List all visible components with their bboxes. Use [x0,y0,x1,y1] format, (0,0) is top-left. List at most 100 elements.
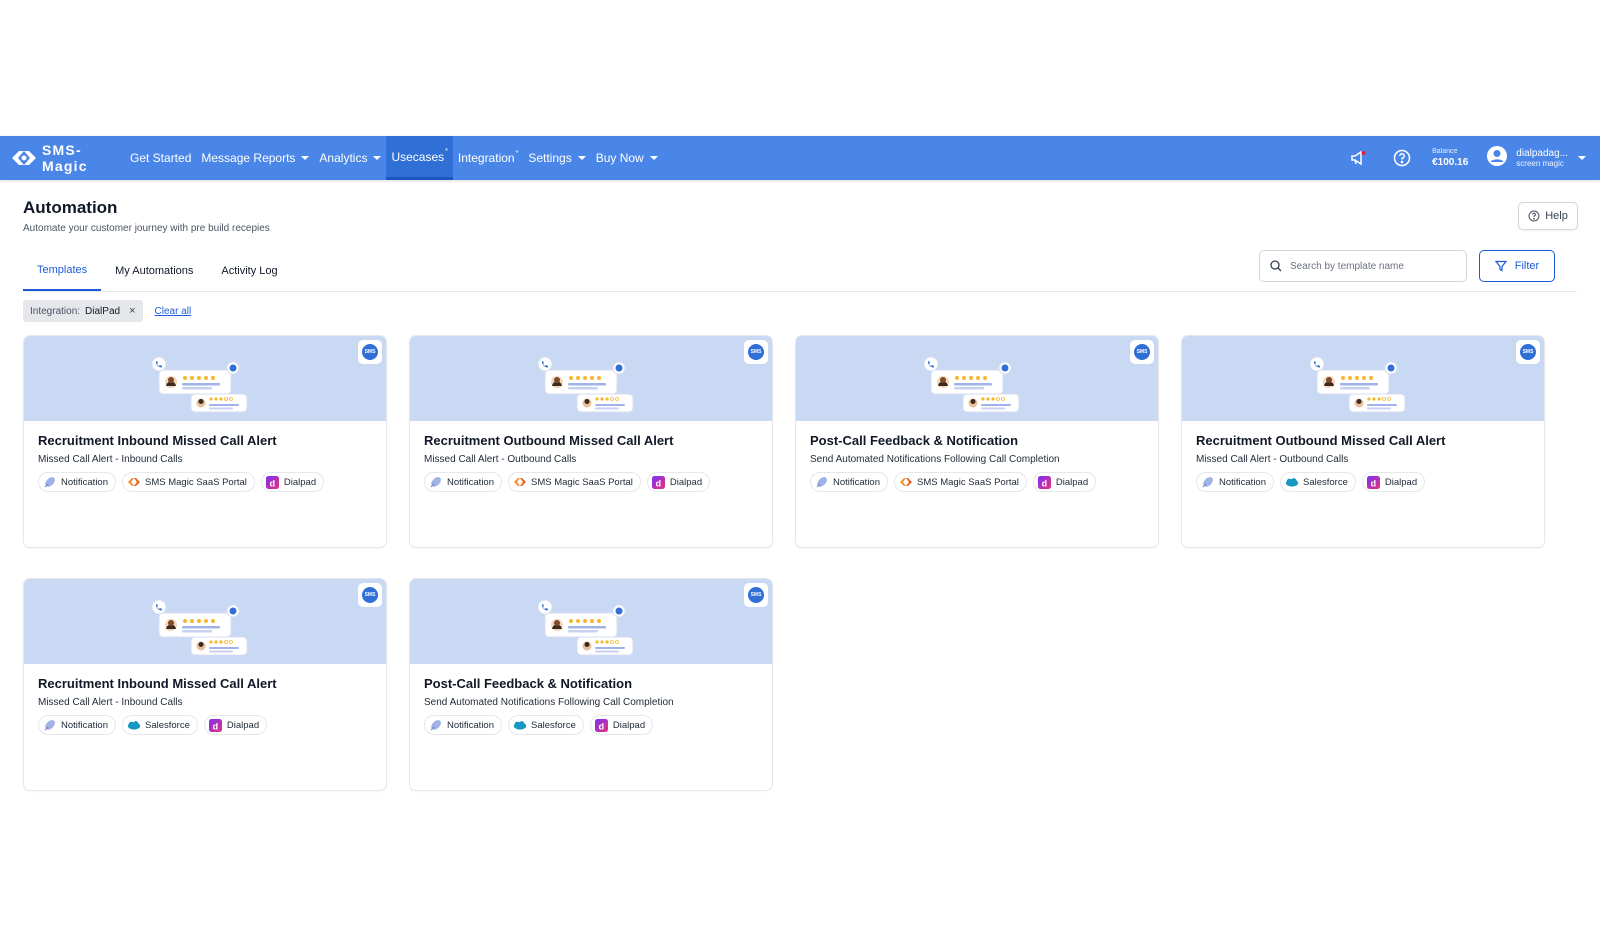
filter-chip: Integration: DialPad × [23,300,143,322]
card-subtitle: Send Automated Notifications Following C… [424,697,772,708]
help-button-label: Help [1545,210,1568,222]
card-hero-image: SMS [1182,336,1544,421]
avatar-icon [1486,145,1508,172]
nav-item-label: Get Started [130,151,191,165]
template-card[interactable]: SMS Recruitment Inbound Missed Call Alert… [23,335,387,548]
card-hero-image: SMS [24,579,386,664]
sms-magic-icon [127,475,141,489]
page-title: Automation [23,198,1577,218]
nav-item-analytics[interactable]: Analytics [314,136,386,180]
template-card[interactable]: SMS Recruitment Outbound Missed Call Aler… [1181,335,1545,548]
nav-item-label: Analytics [319,151,367,165]
card-hero-image: SMS [410,579,772,664]
salesforce-icon [127,718,141,732]
nav-item-integration[interactable]: Integration* [453,136,523,180]
brand-logo[interactable]: SMS-Magic [0,142,125,174]
dialpad-icon: d [595,718,609,732]
search-icon [1270,260,1282,272]
sms-channel-badge: SMS [358,340,382,364]
close-icon[interactable]: × [129,305,135,317]
notification-icon [1201,475,1215,489]
svg-text:d: d [213,721,219,731]
sms-channel-badge: SMS [1130,340,1154,364]
sms-channel-badge: SMS [358,583,382,607]
sms-icon: SMS [362,587,378,603]
integration-tag-label: Dialpad [284,477,316,488]
filter-button-label: Filter [1515,260,1539,272]
navbar-right: Balance €100.16 dialpadag... screen magi… [1336,136,1600,180]
notification-icon [43,475,57,489]
card-tags: NotificationSalesforcedDialpad [38,715,386,735]
template-card[interactable]: SMSPost-Call Feedback & NotificationSend… [795,335,1159,548]
template-card[interactable]: SMSRecruitment Inbound Missed Call Alert… [23,578,387,791]
salesforce-icon [1285,475,1299,489]
sms-icon: SMS [362,344,378,360]
sms-magic-logo-icon [10,149,38,167]
tab-activity-log[interactable]: Activity Log [207,251,291,291]
card-tags: Notification Salesforce dDialpad [1196,472,1544,492]
integration-tag: Notification [424,715,502,735]
chevron-down-icon [650,156,658,160]
integration-tag: dDialpad [261,472,324,492]
integration-tag-label: Notification [1219,477,1266,488]
integration-tag-label: Dialpad [670,477,702,488]
svg-text:d: d [599,721,605,731]
integration-tag: Salesforce [1280,472,1356,492]
clear-all-link[interactable]: Clear all [155,306,192,317]
integration-tag-label: Dialpad [1056,477,1088,488]
feedback-illustration-icon [1307,354,1412,416]
card-tags: NotificationSMS Magic SaaS PortaldDialpa… [424,472,772,492]
search-input[interactable] [1290,261,1450,272]
filter-button[interactable]: Filter [1479,250,1555,282]
nav-item-usecases[interactable]: Usecases* [386,136,452,180]
integration-tag-label: Salesforce [531,720,576,731]
feedback-illustration-icon [535,354,640,416]
sms-channel-badge: SMS [1516,340,1540,364]
announcement-icon[interactable] [1348,148,1368,168]
card-title: Recruitment Inbound Missed Call Alert [38,433,386,448]
integration-tag-label: Salesforce [145,720,190,731]
user-menu[interactable]: dialpadag... screen magic [1486,145,1586,172]
integration-tag: dDialpad [1033,472,1096,492]
nav-item-label: Buy Now [596,151,644,165]
template-card[interactable]: SMSRecruitment Outbound Missed Call Aler… [409,335,773,548]
dialpad-icon: d [209,718,223,732]
chevron-down-icon [1578,156,1586,160]
card-title: Post-Call Feedback & Notification [424,676,772,691]
nav-item-buy-now[interactable]: Buy Now [591,136,663,180]
nav-item-get-started[interactable]: Get Started [125,136,196,180]
integration-tag: dDialpad [647,472,710,492]
active-filters: Integration: DialPad × Clear all [23,300,1577,322]
template-card[interactable]: SMS Post-Call Feedback & Notification Send… [409,578,773,791]
nav-item-message-reports[interactable]: Message Reports [196,136,314,180]
integration-tag: Salesforce [508,715,584,735]
chevron-down-icon [578,156,586,160]
help-button[interactable]: Help [1518,202,1578,230]
help-circle-icon[interactable] [1392,148,1412,168]
card-hero-image: SMS [24,336,386,421]
tab-templates[interactable]: Templates [23,251,101,291]
integration-tag-label: SMS Magic SaaS Portal [917,477,1019,488]
salesforce-icon [513,718,527,732]
card-title: Recruitment Outbound Missed Call Alert [1196,433,1544,448]
search-box[interactable] [1259,250,1467,282]
tabs-bar: TemplatesMy AutomationsActivity Log Filt… [23,248,1577,292]
main-menu: Get Started Message Reports Analytics Useca… [125,136,663,180]
balance-value: €100.16 [1432,157,1468,168]
user-org: screen magic [1516,159,1568,168]
user-name: dialpadag... [1516,148,1568,159]
sms-magic-icon [513,475,527,489]
integration-tag: dDialpad [590,715,653,735]
tab-my-automations[interactable]: My Automations [101,251,207,291]
card-hero-image: SMS [796,336,1158,421]
top-blank-area [0,0,1600,136]
sms-channel-badge: SMS [744,583,768,607]
integration-tag: dDialpad [1362,472,1425,492]
brand-name: SMS-Magic [42,142,125,174]
integration-tag-label: SMS Magic SaaS Portal [145,477,247,488]
integration-tag: Salesforce [122,715,198,735]
nav-item-settings[interactable]: Settings [523,136,590,180]
nav-item-marker: * [516,150,519,157]
dialpad-icon: d [1367,475,1381,489]
integration-tag-label: SMS Magic SaaS Portal [531,477,633,488]
